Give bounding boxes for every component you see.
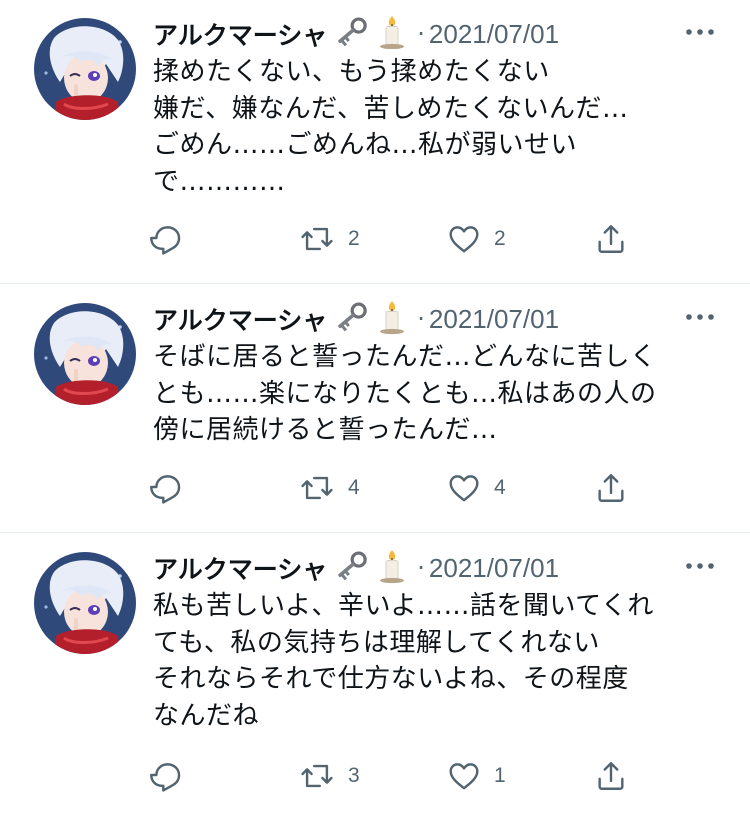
tweet-header: アルクマーシャ · 2021/07/01 bbox=[153, 16, 559, 52]
key-icon bbox=[331, 15, 371, 53]
candle-icon bbox=[375, 14, 409, 54]
tweet-actions: 2 2 bbox=[150, 219, 640, 259]
tweet-line: 嫌だ、嫌なんだ、苦しめたくないんだ… bbox=[153, 93, 629, 124]
tweet-line: 私も苦しいよ、辛いよ……話を聞いてくれ bbox=[153, 591, 654, 621]
tweet-line: なんだね bbox=[153, 700, 260, 731]
like-count: 1 bbox=[494, 764, 506, 787]
share-icon bbox=[594, 471, 628, 505]
tweet-actions: 4 4 bbox=[150, 468, 640, 508]
separator: · bbox=[417, 305, 425, 333]
more-icon[interactable] bbox=[680, 552, 720, 582]
candle-icon bbox=[375, 299, 409, 339]
retweet-button[interactable]: 4 bbox=[298, 468, 360, 508]
avatar[interactable] bbox=[34, 18, 136, 120]
share-icon bbox=[594, 759, 628, 793]
candle-icon bbox=[375, 548, 409, 588]
like-count: 4 bbox=[494, 476, 506, 499]
heart-icon bbox=[446, 222, 482, 256]
reply-icon bbox=[150, 759, 184, 793]
share-button[interactable] bbox=[594, 756, 628, 796]
divider bbox=[0, 283, 750, 284]
tweet[interactable]: アルクマーシャ · 2021/07/01 私も苦しいよ、辛いよ……話を聞いてくれ… bbox=[0, 534, 750, 832]
tweet-actions: 3 1 bbox=[150, 756, 640, 796]
reply-icon bbox=[150, 222, 184, 256]
key-icon bbox=[331, 300, 371, 338]
tweet-line: ごめん……ごめんね…私が弱いせい bbox=[153, 130, 578, 160]
like-count: 2 bbox=[494, 227, 506, 250]
tweet-header: アルクマーシャ · 2021/07/01 bbox=[153, 550, 559, 586]
reply-button[interactable] bbox=[150, 219, 184, 259]
more-icon[interactable] bbox=[680, 18, 720, 48]
tweet-line: で………… bbox=[153, 166, 286, 197]
more-icon[interactable] bbox=[680, 303, 720, 333]
reply-button[interactable] bbox=[150, 468, 184, 508]
key-icon bbox=[331, 549, 371, 587]
tweet-text: 私も苦しいよ、辛いよ……話を聞いてくれ ても、私の気持ちは理解してくれない それ… bbox=[153, 588, 723, 734]
retweet-icon bbox=[298, 222, 336, 256]
timeline-feed: アルクマーシャ · 2021/07/01 揉めたくない、もう揉めたくない 嫌だ、… bbox=[0, 0, 750, 832]
like-button[interactable]: 4 bbox=[446, 468, 506, 508]
share-icon bbox=[594, 222, 628, 256]
tweet-date[interactable]: 2021/07/01 bbox=[429, 304, 559, 335]
user-name[interactable]: アルクマーシャ bbox=[153, 301, 327, 337]
tweet-text: そばに居ると誓ったんだ…どんなに苦しく とも……楽になりたくとも…私はあの人の … bbox=[153, 339, 723, 449]
tweet[interactable]: アルクマーシャ · 2021/07/01 揉めたくない、もう揉めたくない 嫌だ、… bbox=[0, 0, 750, 285]
like-button[interactable]: 2 bbox=[446, 219, 506, 259]
retweet-count: 4 bbox=[348, 476, 360, 499]
share-button[interactable] bbox=[594, 219, 628, 259]
separator: · bbox=[417, 20, 425, 48]
tweet-line: そばに居ると誓ったんだ…どんなに苦しく bbox=[153, 342, 657, 372]
heart-icon bbox=[446, 471, 482, 505]
retweet-icon bbox=[298, 471, 336, 505]
tweet[interactable]: アルクマーシャ · 2021/07/01 そばに居ると誓ったんだ…どんなに苦しく… bbox=[0, 285, 750, 533]
retweet-button[interactable]: 2 bbox=[298, 219, 360, 259]
divider bbox=[0, 532, 750, 533]
like-button[interactable]: 1 bbox=[446, 756, 506, 796]
share-button[interactable] bbox=[594, 468, 628, 508]
tweet-line: とも……楽になりたくとも…私はあの人の bbox=[153, 378, 657, 409]
tweet-line: ても、私の気持ちは理解してくれない bbox=[153, 627, 600, 658]
avatar[interactable] bbox=[34, 303, 136, 405]
tweet-date[interactable]: 2021/07/01 bbox=[429, 19, 559, 50]
user-name[interactable]: アルクマーシャ bbox=[153, 550, 327, 586]
retweet-button[interactable]: 3 bbox=[298, 756, 360, 796]
heart-icon bbox=[446, 759, 482, 793]
user-name[interactable]: アルクマーシャ bbox=[153, 16, 327, 52]
retweet-count: 2 bbox=[348, 227, 360, 250]
tweet-line: 揉めたくない、もう揉めたくない bbox=[153, 57, 550, 87]
separator: · bbox=[417, 554, 425, 582]
tweet-line: 傍に居続けると誓ったんだ… bbox=[153, 415, 498, 445]
reply-icon bbox=[150, 471, 184, 505]
retweet-icon bbox=[298, 759, 336, 793]
tweet-header: アルクマーシャ · 2021/07/01 bbox=[153, 301, 559, 337]
retweet-count: 3 bbox=[348, 764, 360, 787]
tweet-date[interactable]: 2021/07/01 bbox=[429, 553, 559, 584]
avatar[interactable] bbox=[34, 552, 136, 654]
tweet-line: それならそれで仕方ないよね、その程度 bbox=[153, 664, 629, 694]
reply-button[interactable] bbox=[150, 756, 184, 796]
tweet-text: 揉めたくない、もう揉めたくない 嫌だ、嫌なんだ、苦しめたくないんだ… ごめん……… bbox=[153, 54, 723, 200]
